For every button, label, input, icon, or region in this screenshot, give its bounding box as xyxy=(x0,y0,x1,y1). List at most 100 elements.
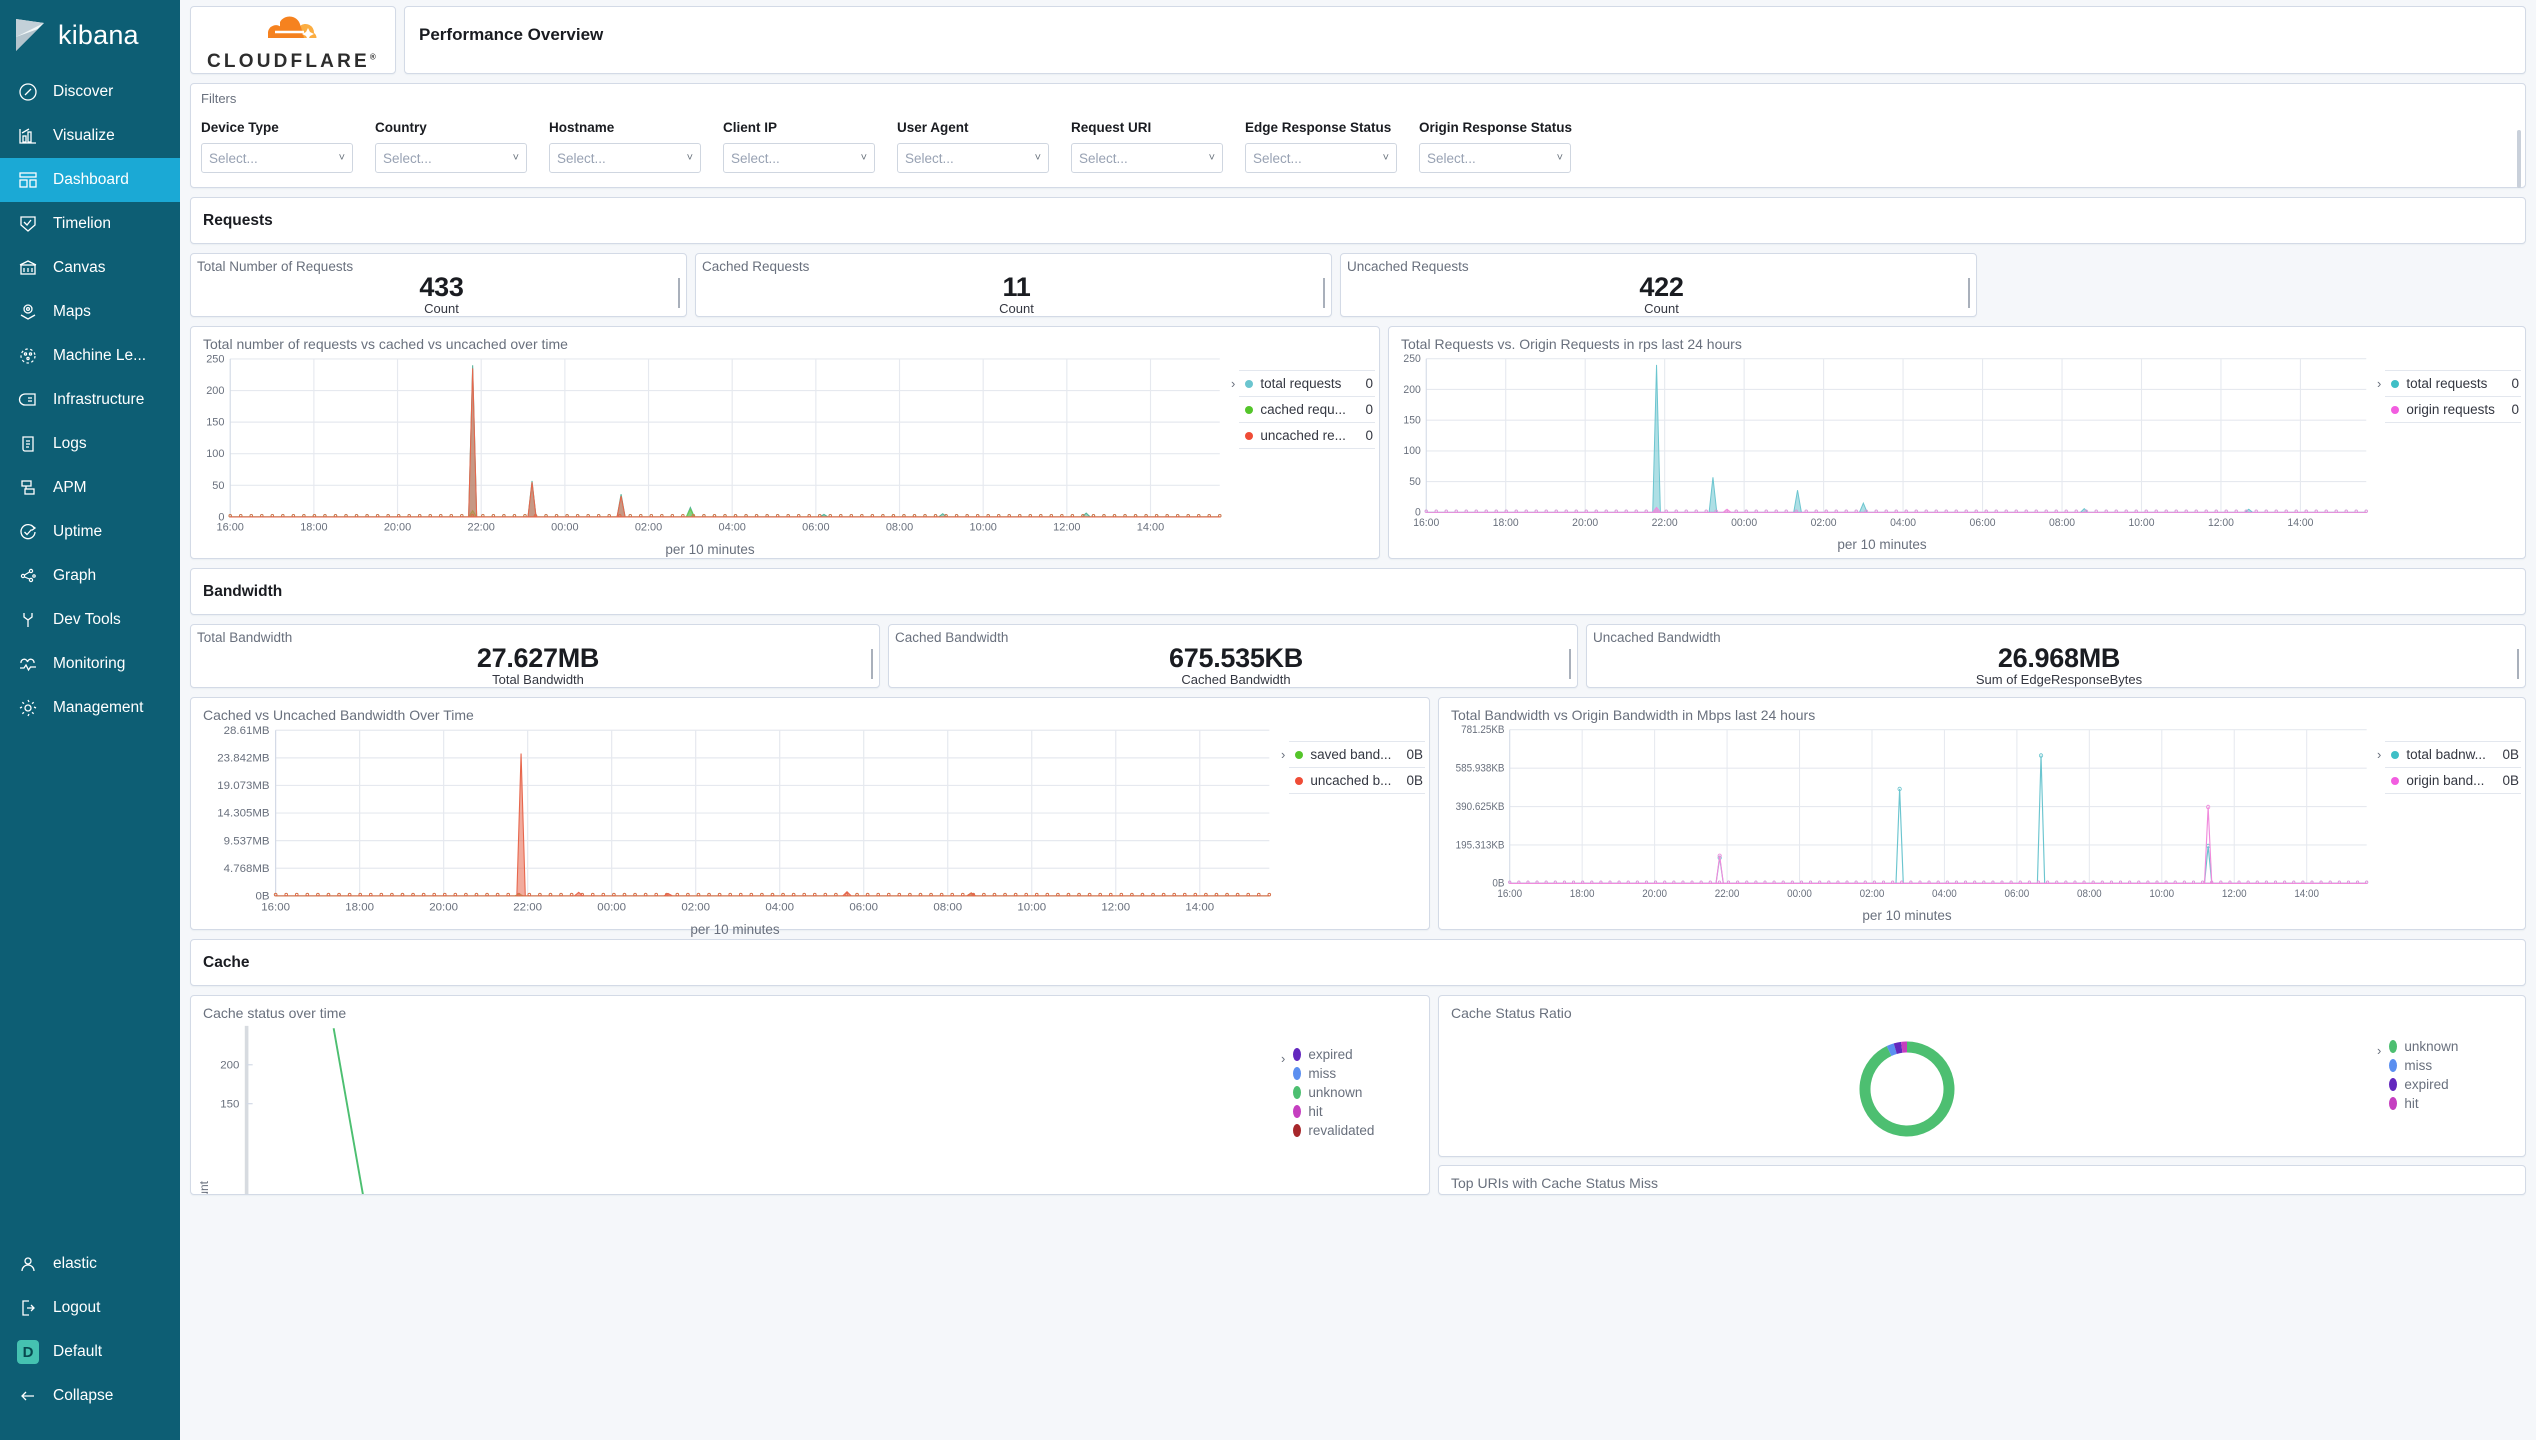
x-axis-label: per 10 minutes xyxy=(1837,537,1927,552)
metric-scrollbar xyxy=(1968,278,1970,308)
kibana-logo[interactable]: kibana xyxy=(0,8,180,70)
legend-item[interactable]: miss xyxy=(2385,1056,2525,1075)
legend-expand-icon[interactable]: › xyxy=(2375,1037,2385,1156)
plot-area[interactable]: 0 50 100 150 200 250 16:00 18:00 20:00 22:00 00:00… xyxy=(1389,352,2375,558)
client-ip-select[interactable]: Select... ˅ xyxy=(723,143,875,173)
metric-uncached-requests[interactable]: Uncached Requests 422 Count xyxy=(1340,253,1977,317)
filter-origin-response-status: Origin Response Status Select... ˅ xyxy=(1419,120,1593,173)
plot-area[interactable]: 0B 4.768MB 9.537MB 14.305MB 19.073MB 23.842MB… xyxy=(191,723,1279,943)
legend-item[interactable]: revalidated xyxy=(1289,1121,1429,1140)
legend-value: 0 xyxy=(2511,376,2519,391)
sidebar-item-graph[interactable]: Graph xyxy=(0,554,180,598)
filters-label: Filters xyxy=(201,91,237,106)
sidebar-item-monitoring[interactable]: Monitoring xyxy=(0,642,180,686)
country-select[interactable]: Select... ˅ xyxy=(375,143,527,173)
legend-expand-icon[interactable]: › xyxy=(2375,370,2385,391)
sidebar-item-dev-tools[interactable]: Dev Tools xyxy=(0,598,180,642)
edge-response-status-select[interactable]: Select... ˅ xyxy=(1245,143,1397,173)
filters-row: Filters Device Type Select... ˅ Country … xyxy=(190,83,2526,188)
viz-cache-status-over-time: Cache status over time 150 200 Count › exp… xyxy=(190,995,1430,1195)
legend-color-dot xyxy=(2391,405,2400,414)
legend-item[interactable]: hit xyxy=(1289,1102,1429,1121)
sidebar-item-apm[interactable]: APM xyxy=(0,466,180,510)
metric-total-bandwidth[interactable]: Total Bandwidth 27.627MB Total Bandwidth xyxy=(190,624,880,688)
sidebar-item-uptime[interactable]: Uptime xyxy=(0,510,180,554)
metric-value: 433 xyxy=(419,271,464,302)
sidebar-item-timelion[interactable]: Timelion xyxy=(0,202,180,246)
bandwidth-metrics-row: Total Bandwidth 27.627MB Total Bandwidth… xyxy=(190,624,2526,688)
plot-area[interactable]: 0 50 100 150 200 250 16:00 18:00 20:00 22:00 00:00… xyxy=(191,352,1229,563)
metric-uncached-bandwidth[interactable]: Uncached Bandwidth 26.968MB Sum of EdgeR… xyxy=(1586,624,2526,688)
metric-cached-bandwidth[interactable]: Cached Bandwidth 675.535KB Cached Bandwi… xyxy=(888,624,1578,688)
plot-area[interactable] xyxy=(1439,1021,2375,1156)
cloudflare-wordmark: CLOUDFLARE® xyxy=(207,50,379,72)
sidebar-item-visualize[interactable]: Visualize xyxy=(0,114,180,158)
legend-item[interactable]: unknown xyxy=(2385,1037,2525,1056)
sidebar-item-label: Infrastructure xyxy=(53,391,145,408)
sidebar-item-label: Visualize xyxy=(53,127,115,144)
sidebar-item-machine-learning[interactable]: Machine Le... xyxy=(0,334,180,378)
legend-item[interactable]: expired xyxy=(1289,1045,1429,1064)
sidebar-item-space-default[interactable]: D Default xyxy=(0,1330,180,1374)
infrastructure-icon xyxy=(17,389,39,411)
primary-sidebar: kibana Discover Visualize Dashboard Time… xyxy=(0,0,180,1440)
metric-value: 27.627MB xyxy=(476,642,600,673)
metric-total-requests[interactable]: Total Number of Requests 433 Count xyxy=(190,253,687,317)
legend-expand-icon[interactable]: › xyxy=(1279,741,1289,762)
sidebar-item-canvas[interactable]: Canvas xyxy=(0,246,180,290)
legend-item[interactable]: unknown xyxy=(1289,1083,1429,1102)
svg-text:16:00: 16:00 xyxy=(1413,517,1439,529)
legend-color-dot xyxy=(1295,750,1304,759)
kibana-wordmark: kibana xyxy=(58,19,139,50)
legend-item[interactable]: origin band... 0B xyxy=(2385,767,2521,794)
legend-expand-icon[interactable]: › xyxy=(1229,370,1239,391)
svg-text:12:00: 12:00 xyxy=(2222,888,2247,899)
svg-text:02:00: 02:00 xyxy=(635,522,662,534)
metric-body: 26.968MB Sum of EdgeResponseBytes xyxy=(1593,643,2525,688)
legend-expand-icon[interactable]: › xyxy=(2375,741,2385,762)
legend-item[interactable]: origin requests 0 xyxy=(2385,396,2521,423)
filter-device-type: Device Type Select... ˅ xyxy=(201,120,375,173)
cloudflare-logo-panel: CLOUDFLARE® xyxy=(190,6,396,74)
sidebar-item-user[interactable]: elastic xyxy=(0,1242,180,1286)
legend-item[interactable]: expired xyxy=(2385,1075,2525,1094)
legend-item[interactable]: miss xyxy=(1289,1064,1429,1083)
legend-item[interactable]: total requests 0 xyxy=(2385,370,2521,396)
sidebar-item-collapse[interactable]: Collapse xyxy=(0,1374,180,1418)
metric-cached-requests[interactable]: Cached Requests 11 Count xyxy=(695,253,1332,317)
origin-response-status-select[interactable]: Select... ˅ xyxy=(1419,143,1571,173)
legend-item[interactable]: total badnw... 0B xyxy=(2385,741,2521,767)
bar-chart-icon xyxy=(17,125,39,147)
sidebar-item-infrastructure[interactable]: Infrastructure xyxy=(0,378,180,422)
metric-scrollbar xyxy=(2517,649,2519,679)
sidebar-item-logs[interactable]: Logs xyxy=(0,422,180,466)
legend-item[interactable]: cached requ... 0 xyxy=(1239,396,1375,422)
filters-scrollbar[interactable] xyxy=(2517,130,2521,188)
hostname-select[interactable]: Select... ˅ xyxy=(549,143,701,173)
legend-expand-icon[interactable]: › xyxy=(1279,1045,1289,1194)
sidebar-item-management[interactable]: Management xyxy=(0,686,180,730)
svg-text:100: 100 xyxy=(206,448,224,460)
sidebar-item-maps[interactable]: Maps xyxy=(0,290,180,334)
request-uri-select[interactable]: Select... ˅ xyxy=(1071,143,1223,173)
legend-item[interactable]: hit xyxy=(2385,1094,2525,1113)
viz-title: Total Requests vs. Origin Requests in rp… xyxy=(1401,336,1742,352)
viz-title: Cached vs Uncached Bandwidth Over Time xyxy=(203,707,474,723)
sidebar-item-logout[interactable]: Logout xyxy=(0,1286,180,1330)
legend-value: 0 xyxy=(1365,428,1373,443)
user-agent-select[interactable]: Select... ˅ xyxy=(897,143,1049,173)
plot-area[interactable]: 150 200 Count xyxy=(191,1021,1279,1194)
legend-item[interactable]: uncached re... 0 xyxy=(1239,422,1375,449)
device-type-select[interactable]: Select... ˅ xyxy=(201,143,353,173)
svg-text:14:00: 14:00 xyxy=(1137,522,1164,534)
legend-item[interactable]: total requests 0 xyxy=(1239,370,1375,396)
sidebar-item-label: Dev Tools xyxy=(53,611,121,628)
legend-item[interactable]: saved band... 0B xyxy=(1289,741,1425,767)
legend-item[interactable]: uncached b... 0B xyxy=(1289,767,1425,794)
metric-value: 675.535KB xyxy=(1169,642,1303,673)
svg-text:4.768MB: 4.768MB xyxy=(224,863,270,875)
logout-icon xyxy=(17,1297,39,1319)
plot-area[interactable]: 0B 195.313KB 390.625KB 585.938KB 781.25KB 16:… xyxy=(1439,723,2375,929)
sidebar-item-dashboard[interactable]: Dashboard xyxy=(0,158,180,202)
sidebar-item-discover[interactable]: Discover xyxy=(0,70,180,114)
